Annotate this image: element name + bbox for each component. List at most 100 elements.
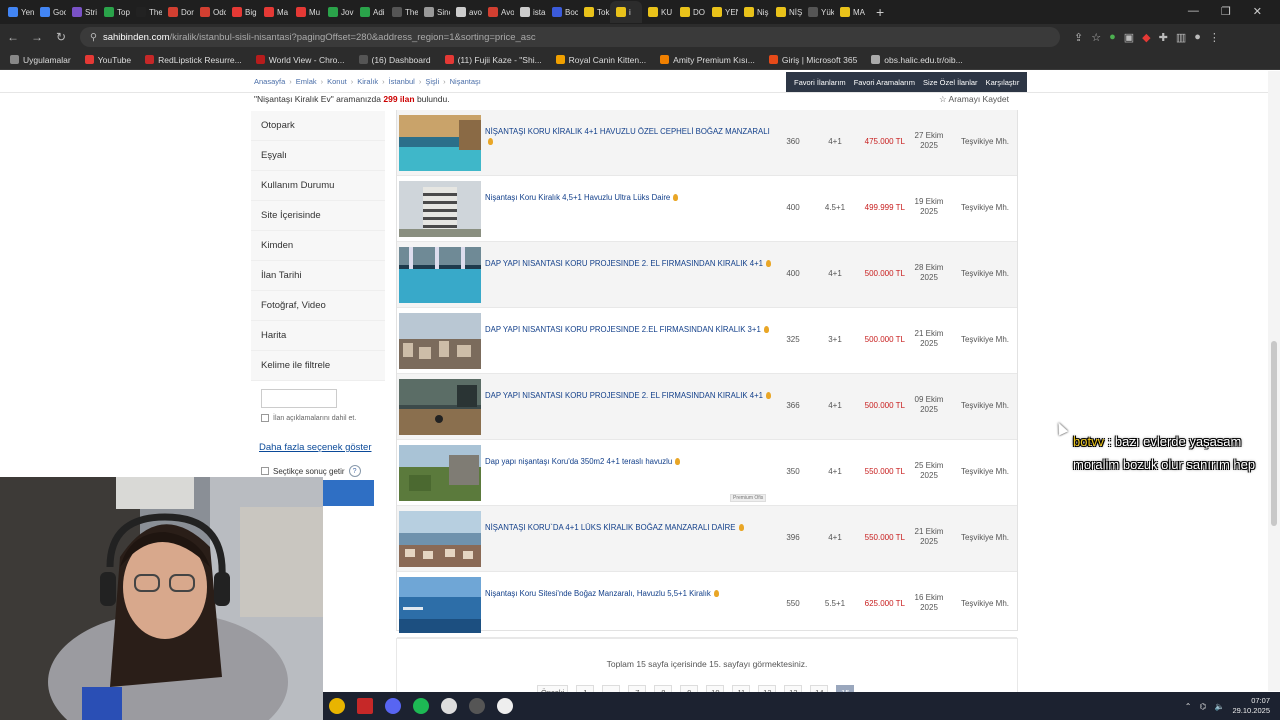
top-link[interactable]: Size Özel İlanlar [923,78,978,87]
back-icon[interactable]: ← [2,30,24,44]
table-row[interactable]: DAP YAPI NISANTASI KORU PROJESINDE 2. EL… [397,242,1017,308]
browser-tab[interactable]: The [130,1,162,23]
restore-icon[interactable]: ❐ [1221,5,1231,18]
browser-tab[interactable]: Goo [34,1,66,23]
top-link[interactable]: Karşılaştır [986,78,1020,87]
bookmark-item[interactable]: Amity Premium Kısı... [660,55,755,65]
bookmark-item[interactable]: Royal Canin Kitten... [555,55,646,65]
browser-tab[interactable]: Adi [354,1,386,23]
media-player-icon[interactable] [491,692,519,720]
breadcrumb-item[interactable]: Nişantaşı [450,77,481,86]
top-link[interactable]: Favori Aramalarım [854,78,915,87]
listing-thumbnail[interactable] [399,247,481,303]
browser-tab[interactable]: Ma [258,1,290,23]
listing-thumbnail[interactable] [399,313,481,369]
bookmark-item[interactable]: (11) Fujii Kaze - "Shi... [444,55,542,65]
bookmark-item[interactable]: Uygulamalar [10,55,71,65]
table-row[interactable]: DAP YAPI NISANTASI KORU PROJESINDE 2. EL… [397,374,1017,440]
forward-icon[interactable]: → [26,30,48,44]
listing-title[interactable]: Nişantaşı Koru Kiralık 4,5+1 Havuzlu Ult… [485,193,775,203]
listing-title[interactable]: Dap yapı nişantaşı Koru'da 350m2 4+1 ter… [485,457,775,467]
network-icon[interactable]: ⌬ [1200,702,1207,711]
browser-tab[interactable]: Avo [482,1,514,23]
listing-thumbnail[interactable] [399,511,481,567]
app-icon[interactable] [463,692,491,720]
sidebar-icon[interactable]: ▥ [1176,31,1186,44]
breadcrumb-item[interactable]: İstanbul [389,77,415,86]
filter-item[interactable]: İlan Tarihi [251,261,385,291]
browser-tab[interactable]: Mu [290,1,322,23]
chevron-up-icon[interactable]: ⌃ [1185,702,1192,711]
browser-tab[interactable]: Top [98,1,130,23]
browser-tab[interactable]: KU [642,1,674,23]
bookmark-item[interactable]: RedLipstick Resurre... [145,55,242,65]
bookmark-item[interactable]: Giriş | Microsoft 365 [768,55,857,65]
keyword-input[interactable] [261,389,337,408]
checkbox[interactable] [261,414,269,422]
page-scrollbar[interactable] [1268,71,1280,691]
browser-tab[interactable]: ista [514,1,546,23]
top-link[interactable]: Favori İlanlarım [794,78,846,87]
more-options-link[interactable]: Daha fazla seçenek göster [259,442,385,453]
browser-tab[interactable]: avo [450,1,482,23]
browser-tab[interactable]: The [386,1,418,23]
table-row[interactable]: NİŞANTAŞI KORU KİRALIK 4+1 HAVUZLU ÖZEL … [397,110,1017,176]
listing-thumbnail[interactable] [399,181,481,237]
filter-item[interactable]: Kullanım Durumu [251,171,385,201]
bookmark-item[interactable]: (16) Dashboard [358,55,431,65]
browser-tab[interactable]: Big [226,1,258,23]
search-button[interactable] [323,480,374,506]
bookmark-item[interactable]: World View - Chro... [255,55,345,65]
share-icon[interactable]: ⇪ [1074,31,1083,44]
browser-tab[interactable]: DO [674,1,706,23]
breadcrumb-item[interactable]: Anasayfa [254,77,285,86]
listing-title[interactable]: DAP YAPI NISANTASI KORU PROJESINDE 2. EL… [485,391,775,401]
extension-icon[interactable]: ● [1109,31,1116,44]
listing-title[interactable]: DAP YAPI NISANTASI KORU PROJESINDE 2.EL … [485,325,775,335]
listing-thumbnail[interactable] [399,379,481,435]
filter-item[interactable]: Kelime ile filtrele [251,351,385,381]
filter-item[interactable]: Otopark [251,111,385,141]
breadcrumb-item[interactable]: Şişli [425,77,439,86]
table-row[interactable]: Nişantaşı Koru Sitesi'nde Boğaz Manzaral… [397,572,1017,638]
volume-icon[interactable]: 🔈 [1214,702,1224,711]
browser-tab[interactable]: i [610,1,642,23]
filter-item[interactable]: Kimden [251,231,385,261]
table-row[interactable]: Dap yapı nişantaşı Koru'da 350m2 4+1 ter… [397,440,1017,506]
spotify-icon[interactable] [407,692,435,720]
browser-tab[interactable]: Odc [194,1,226,23]
avatar[interactable]: ● [1194,31,1201,44]
listing-thumbnail[interactable] [399,445,481,501]
browser-tab[interactable]: Stri [66,1,98,23]
app-icon[interactable] [351,692,379,720]
browser-tab[interactable]: Boc [546,1,578,23]
reload-icon[interactable]: ↻ [50,30,72,44]
browser-tab[interactable]: Dor [162,1,194,23]
breadcrumb-item[interactable]: Konut [327,77,347,86]
help-icon[interactable]: ? [348,465,361,477]
site-info-icon[interactable]: ⚲ [90,32,97,43]
menu-icon[interactable]: ⋮ [1209,31,1220,44]
listing-thumbnail[interactable] [399,577,481,633]
table-row[interactable]: DAP YAPI NISANTASI KORU PROJESINDE 2.EL … [397,308,1017,374]
table-row[interactable]: Nişantaşı Koru Kiralık 4,5+1 Havuzlu Ult… [397,176,1017,242]
listing-title[interactable]: NİŞANTAŞI KORU KİRALIK 4+1 HAVUZLU ÖZEL … [485,127,775,147]
extension-icon[interactable]: ◆ [1142,31,1150,44]
browser-tab[interactable]: NİŞ [770,1,802,23]
new-tab-button[interactable]: + [876,4,884,20]
keyword-include-description[interactable]: İlan açıklamalarını dahil et. [261,414,385,422]
bookmark-item[interactable]: obs.halic.edu.tr/oib... [871,55,963,65]
browser-tab[interactable]: YEN [706,1,738,23]
listing-title[interactable]: DAP YAPI NISANTASI KORU PROJESINDE 2. EL… [485,259,775,269]
breadcrumb-item[interactable]: Kiralık [357,77,378,86]
filter-item[interactable]: Fotoğraf, Video [251,291,385,321]
minimize-icon[interactable]: — [1188,5,1199,18]
extension-icon[interactable]: ▣ [1124,31,1134,44]
chrome-icon[interactable] [323,692,351,720]
choose-results-toggle[interactable]: Seçtikçe sonuç getir ? [261,465,385,477]
bookmark-item[interactable]: YouTube [84,55,131,65]
browser-tab[interactable]: Yük [802,1,834,23]
browser-tab[interactable]: Niş [738,1,770,23]
filter-item[interactable]: Site İçerisinde [251,201,385,231]
browser-tab[interactable]: Sinc [418,1,450,23]
